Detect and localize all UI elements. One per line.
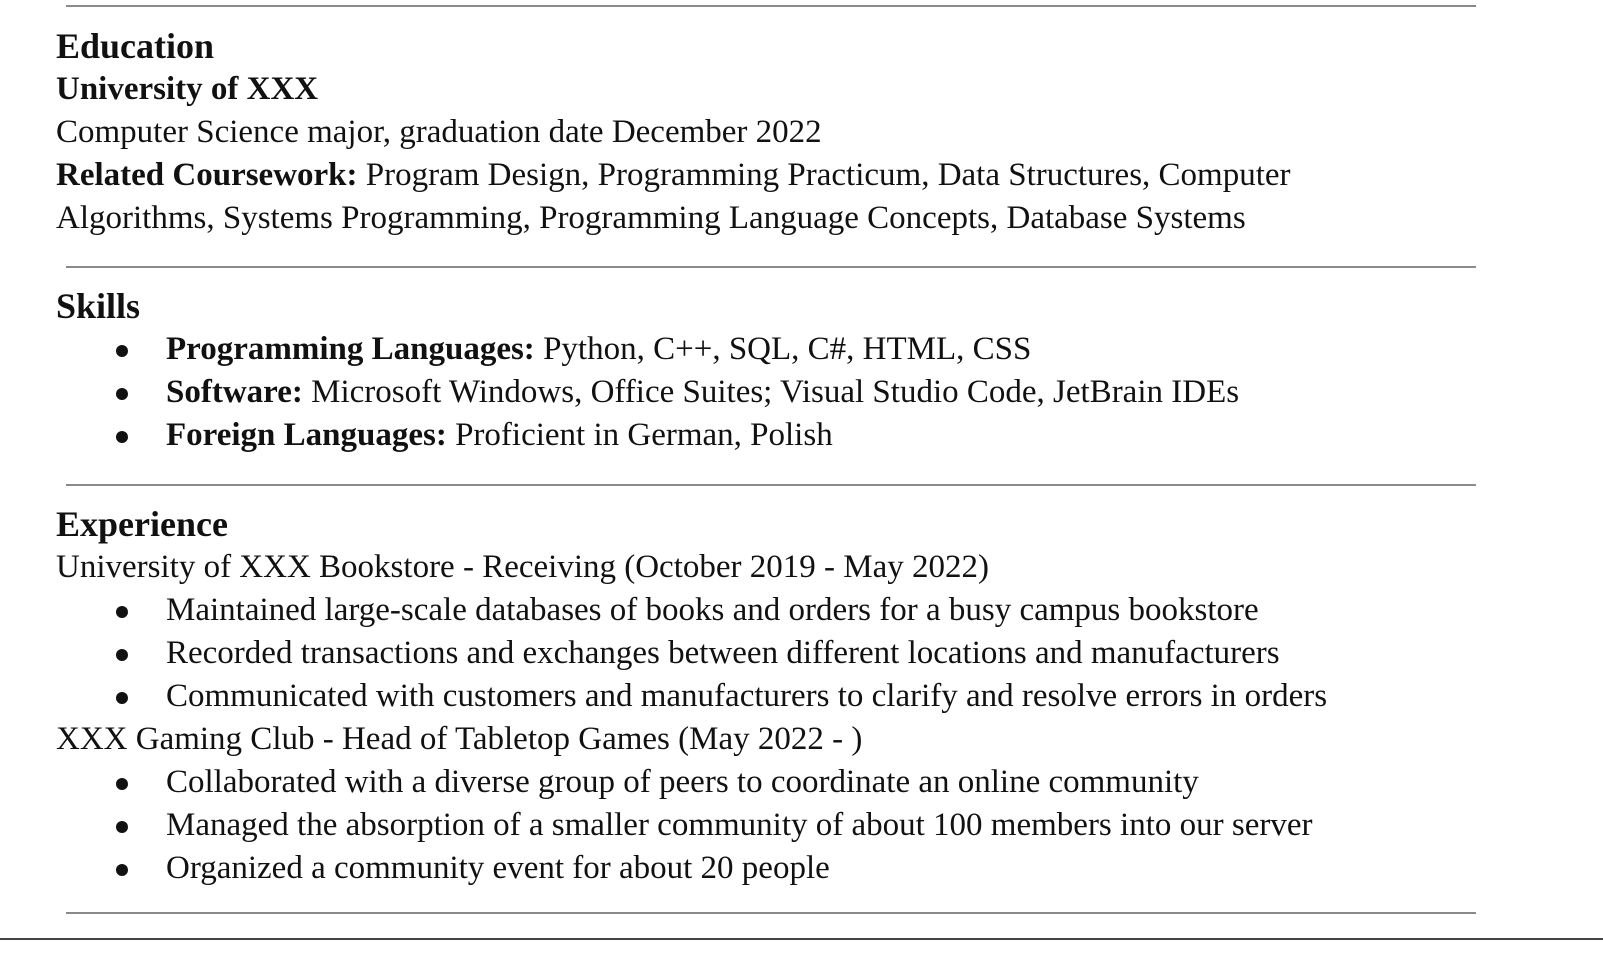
skills-heading: Skills	[56, 286, 141, 326]
bullet-icon	[116, 864, 128, 876]
job-bullet-text: Recorded transactions and exchanges betw…	[166, 635, 1280, 671]
bullet-icon	[116, 431, 128, 443]
job-bullet-text: Managed the absorption of a smaller comm…	[166, 807, 1313, 843]
job-bullets: Maintained large-scale databases of book…	[56, 589, 1556, 718]
bullet-icon	[116, 649, 128, 661]
education-section: Education University of XXX Computer Sci…	[56, 24, 1556, 240]
bullet-icon	[116, 388, 128, 400]
education-heading: Education	[56, 26, 215, 66]
bullet-icon	[116, 692, 128, 704]
job-bullet: Recorded transactions and exchanges betw…	[56, 632, 1556, 675]
bullet-icon	[116, 606, 128, 618]
section-divider	[66, 5, 1476, 7]
experience-heading: Experience	[56, 504, 228, 544]
section-divider	[66, 484, 1476, 486]
skill-text: Microsoft Windows, Office Suites; Visual…	[302, 374, 1240, 410]
job-bullet-text: Collaborated with a diverse group of pee…	[166, 764, 1199, 800]
skills-section: Skills Programming Languages: Python, C+…	[56, 284, 1556, 457]
job-title: XXX Gaming Club - Head of Tabletop Games…	[56, 721, 863, 757]
bullet-icon	[116, 345, 128, 357]
skill-item: Software: Microsoft Windows, Office Suit…	[56, 371, 1556, 414]
section-divider	[66, 912, 1476, 914]
job-bullets: Collaborated with a diverse group of pee…	[56, 761, 1556, 890]
job-bullet: Collaborated with a diverse group of pee…	[56, 761, 1556, 804]
skill-label: Foreign Languages:	[166, 417, 447, 453]
job-bullet: Managed the absorption of a smaller comm…	[56, 804, 1556, 847]
bullet-icon	[116, 778, 128, 790]
resume-page: Education University of XXX Computer Sci…	[0, 0, 1603, 962]
skill-item: Programming Languages: Python, C++, SQL,…	[56, 328, 1556, 371]
job-title: University of XXX Bookstore - Receiving …	[56, 549, 989, 585]
skill-text: Proficient in German, Polish	[446, 417, 833, 453]
skills-list: Programming Languages: Python, C++, SQL,…	[56, 328, 1556, 457]
job-bullet: Organized a community event for about 20…	[56, 847, 1556, 890]
skill-label: Software:	[166, 374, 303, 410]
bullet-icon	[116, 821, 128, 833]
skill-label: Programming Languages:	[166, 331, 535, 367]
job-bullet-text: Organized a community event for about 20…	[166, 850, 830, 886]
experience-section: Experience University of XXX Bookstore -…	[56, 502, 1556, 890]
skill-item: Foreign Languages: Proficient in German,…	[56, 414, 1556, 457]
skill-text: Python, C++, SQL, C#, HTML, CSS	[534, 331, 1032, 367]
coursework-line: Related Coursework: Program Design, Prog…	[56, 154, 1446, 240]
job-bullet-text: Communicated with customers and manufact…	[166, 678, 1328, 714]
job-bullet-text: Maintained large-scale databases of book…	[166, 592, 1259, 628]
coursework-label: Related Coursework:	[56, 157, 358, 193]
job-bullet: Communicated with customers and manufact…	[56, 675, 1556, 718]
job-bullet: Maintained large-scale databases of book…	[56, 589, 1556, 632]
major-line: Computer Science major, graduation date …	[56, 114, 822, 150]
school-name: University of XXX	[56, 71, 319, 107]
page-bottom-edge	[0, 938, 1603, 940]
section-divider	[66, 266, 1476, 268]
